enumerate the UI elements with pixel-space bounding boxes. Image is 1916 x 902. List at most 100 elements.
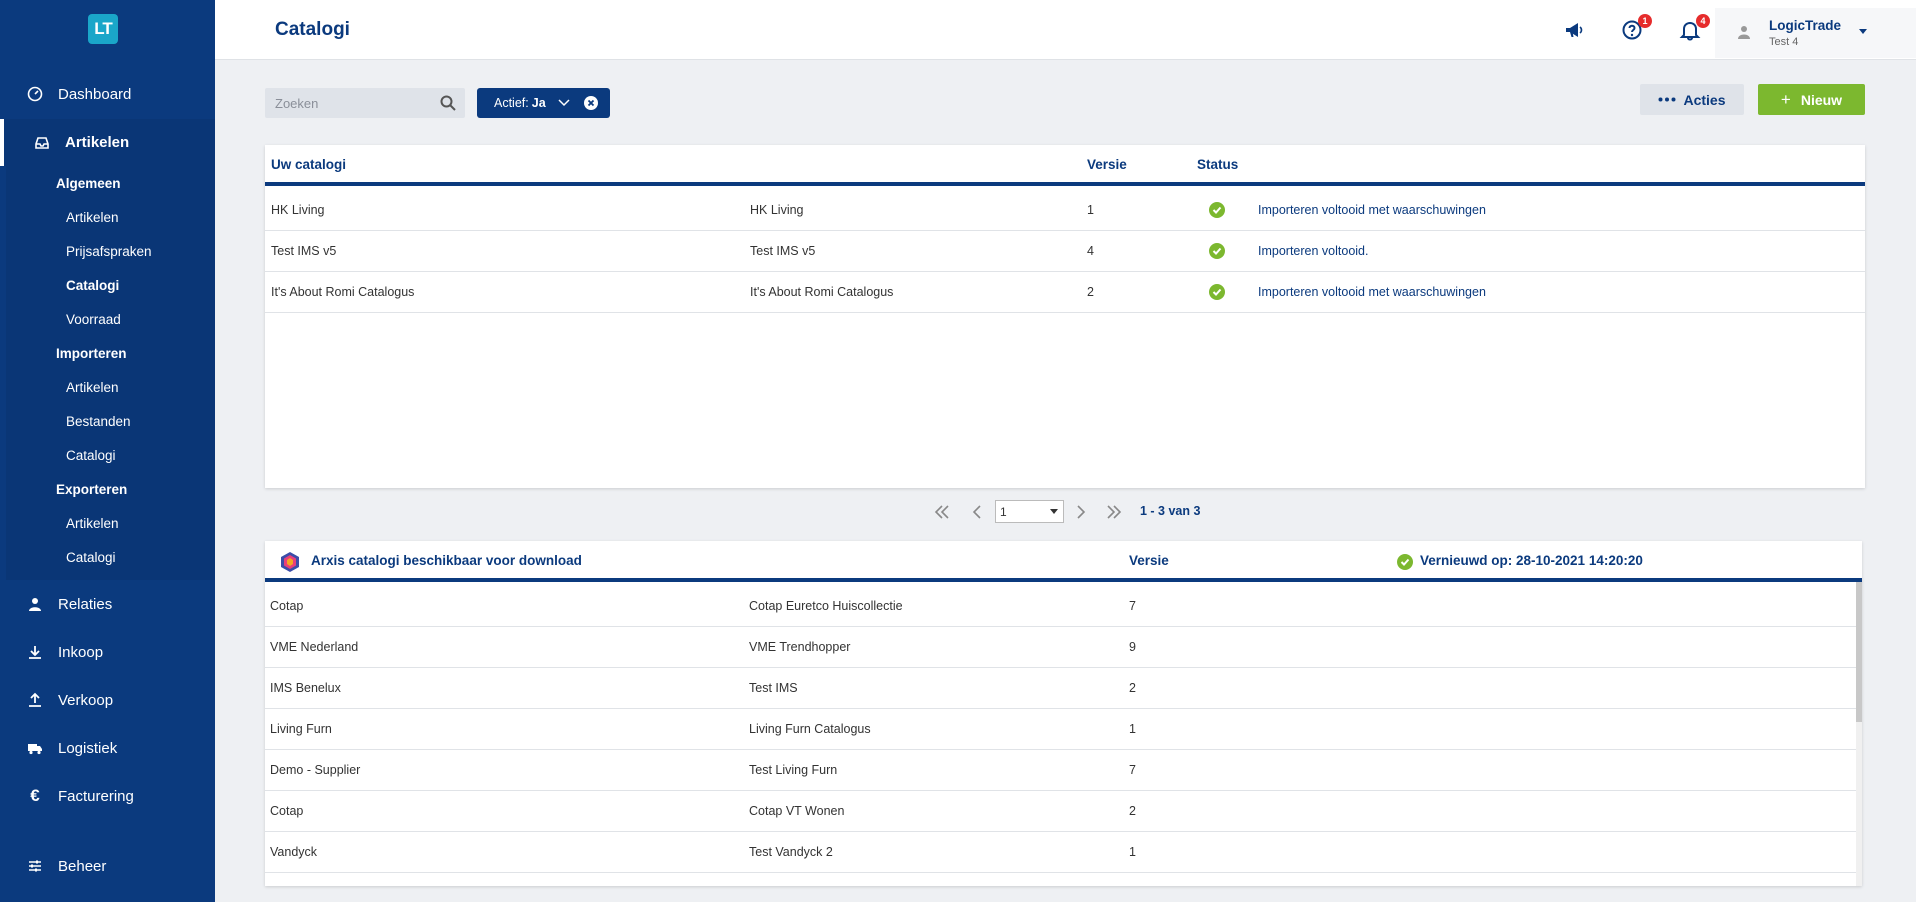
column-header-version[interactable]: Versie — [1129, 553, 1169, 568]
supplier-name: Living Furn — [270, 722, 332, 736]
user-menu[interactable]: LogicTrade Test 4 — [1715, 8, 1916, 58]
catalog-status-link[interactable]: Importeren voltooid met waarschuwingen — [1258, 203, 1486, 217]
first-page-icon[interactable] — [932, 502, 952, 522]
submenu-item-artikelen[interactable]: Artikelen — [66, 210, 119, 225]
page-select[interactable]: 1 — [995, 500, 1064, 523]
user-subtitle: Test 4 — [1769, 36, 1799, 48]
table-row[interactable]: IMS Benelux Test IMS 2 — [265, 668, 1862, 709]
table-row[interactable]: VME Nederland VME Trendhopper 9 — [265, 627, 1862, 668]
more-dots-icon — [1658, 97, 1676, 102]
catalog-name: Test IMS — [749, 681, 798, 695]
nav-relaties[interactable]: Relaties — [0, 581, 215, 627]
filter-chip-actief[interactable]: Actief: Ja — [477, 88, 610, 118]
table-row[interactable]: Living Furn Living Furn Catalogus 1 — [265, 709, 1862, 750]
search-input[interactable] — [265, 88, 465, 118]
nav-artikelen-label: Artikelen — [65, 134, 130, 151]
user-name: LogicTrade — [1769, 18, 1842, 33]
supplier-name: IMS Benelux — [270, 681, 341, 695]
check-circle-icon — [1209, 243, 1225, 259]
nav-beheer[interactable]: Beheer — [0, 843, 215, 889]
table-row[interactable]: Vandyck Test Vandyck 2 1 — [265, 832, 1862, 873]
arxis-logo-icon — [279, 551, 301, 578]
supplier-name: VME Nederland — [270, 640, 359, 654]
nav-dashboard-label: Dashboard — [58, 85, 132, 103]
catalog-version: 1 — [1129, 845, 1136, 859]
page-title: Catalogi — [275, 19, 350, 40]
submenu-item-exporteren-artikelen[interactable]: Artikelen — [66, 516, 119, 531]
clear-filter-icon[interactable] — [583, 96, 598, 110]
submenu-item-importeren-bestanden[interactable]: Bestanden — [66, 414, 131, 429]
filter-label: Actief: — [494, 96, 529, 110]
submenu-item-importeren-catalogi[interactable]: Catalogi — [66, 448, 116, 463]
acties-label: Acties — [1683, 91, 1726, 108]
supplier-name: Vandyck — [270, 845, 318, 859]
check-circle-icon — [1209, 284, 1225, 300]
catalog-name: Test IMS v5 — [271, 244, 337, 258]
supplier-name: Cotap — [270, 599, 304, 613]
catalog-version: 2 — [1087, 285, 1094, 299]
chevron-down-icon — [558, 99, 570, 107]
bell-icon[interactable]: 4 — [1678, 14, 1710, 42]
column-header-name[interactable]: Uw catalogi — [271, 157, 346, 172]
table-row[interactable]: Demo - Supplier Test Living Furn 7 — [265, 750, 1862, 791]
top-header: Catalogi 1 4 LogicTrade Test 4 — [215, 0, 1916, 60]
column-header-status[interactable]: Status — [1197, 157, 1238, 172]
last-page-icon[interactable] — [1104, 502, 1124, 522]
submenu-item-catalogi[interactable]: Catalogi — [66, 278, 119, 293]
download-icon — [26, 643, 44, 661]
submenu-item-importeren-artikelen[interactable]: Artikelen — [66, 380, 119, 395]
catalog-name-secondary: It's About Romi Catalogus — [750, 285, 894, 299]
submenu-item-prijsafspraken[interactable]: Prijsafspraken — [66, 244, 152, 259]
check-circle-icon — [1209, 202, 1225, 218]
table-row[interactable]: Test IMS v5 Test IMS v5 4 Importeren vol… — [265, 231, 1865, 272]
column-header-version[interactable]: Versie — [1087, 157, 1127, 172]
catalog-name: Test Living Furn — [749, 763, 838, 777]
catalog-name-secondary: Test IMS v5 — [750, 244, 816, 258]
submenu-item-exporteren-catalogi[interactable]: Catalogi — [66, 550, 116, 565]
filter-value: Ja — [531, 96, 546, 110]
supplier-name: Demo - Supplier — [270, 763, 361, 777]
nav-beheer-label: Beheer — [58, 857, 107, 875]
search-icon[interactable] — [440, 95, 456, 111]
next-page-icon[interactable] — [1071, 502, 1091, 522]
table-row[interactable]: It's About Romi Catalogus It's About Rom… — [265, 272, 1865, 313]
nav-verkoop-label: Verkoop — [58, 691, 114, 709]
logo[interactable]: LT — [88, 14, 118, 44]
megaphone-icon[interactable] — [1562, 18, 1586, 42]
nav-logistiek[interactable]: Logistiek — [0, 725, 215, 771]
upload-icon — [26, 691, 44, 709]
submenu-item-voorraad[interactable]: Voorraad — [66, 312, 121, 327]
nav-inkoop[interactable]: Inkoop — [0, 629, 215, 675]
nav-facturering[interactable]: € Facturering — [0, 773, 215, 819]
acties-button[interactable]: Acties — [1640, 84, 1744, 115]
supplier-name: Cotap — [270, 804, 304, 818]
submenu-heading-importeren: Importeren — [56, 346, 127, 361]
catalog-version: 7 — [1129, 763, 1136, 777]
catalog-status-link[interactable]: Importeren voltooid met waarschuwingen — [1258, 285, 1486, 299]
catalog-status-link[interactable]: Importeren voltooid. — [1258, 244, 1368, 258]
help-icon[interactable]: 1 — [1620, 14, 1652, 42]
catalogs-panel: Uw catalogi Versie Status HK Living HK L… — [265, 145, 1865, 488]
arxis-title: Arxis catalogi beschikbaar voor download — [311, 553, 582, 568]
user-icon — [1738, 25, 1750, 44]
table-row[interactable]: HK Living HK Living 1 Importeren voltooi… — [265, 190, 1865, 231]
nav-verkoop[interactable]: Verkoop — [0, 677, 215, 723]
table-row[interactable]: Cotap Cotap Euretco Huiscollectie 7 — [265, 586, 1862, 627]
table-row[interactable]: Cotap Cotap VT Wonen 2 — [265, 791, 1862, 832]
nav-dashboard[interactable]: Dashboard — [0, 71, 215, 117]
scrollbar[interactable] — [1856, 582, 1862, 886]
nav-artikelen[interactable]: Artikelen — [0, 119, 215, 166]
page-select-value: 1 — [1000, 504, 1007, 519]
nieuw-button[interactable]: + Nieuw — [1758, 84, 1865, 115]
catalog-version: 1 — [1087, 203, 1094, 217]
catalog-version: 2 — [1129, 681, 1136, 695]
help-badge: 1 — [1638, 14, 1652, 28]
user-icon — [26, 595, 44, 613]
catalogs-table-header: Uw catalogi Versie Status — [265, 145, 1865, 186]
scrollbar-thumb[interactable] — [1856, 582, 1862, 722]
nav-relaties-label: Relaties — [58, 595, 113, 613]
notifications-badge: 4 — [1696, 14, 1710, 28]
catalog-name: VME Trendhopper — [749, 640, 851, 654]
prev-page-icon[interactable] — [967, 502, 987, 522]
submenu-artikelen: Algemeen Artikelen Prijsafspraken Catalo… — [6, 166, 215, 580]
